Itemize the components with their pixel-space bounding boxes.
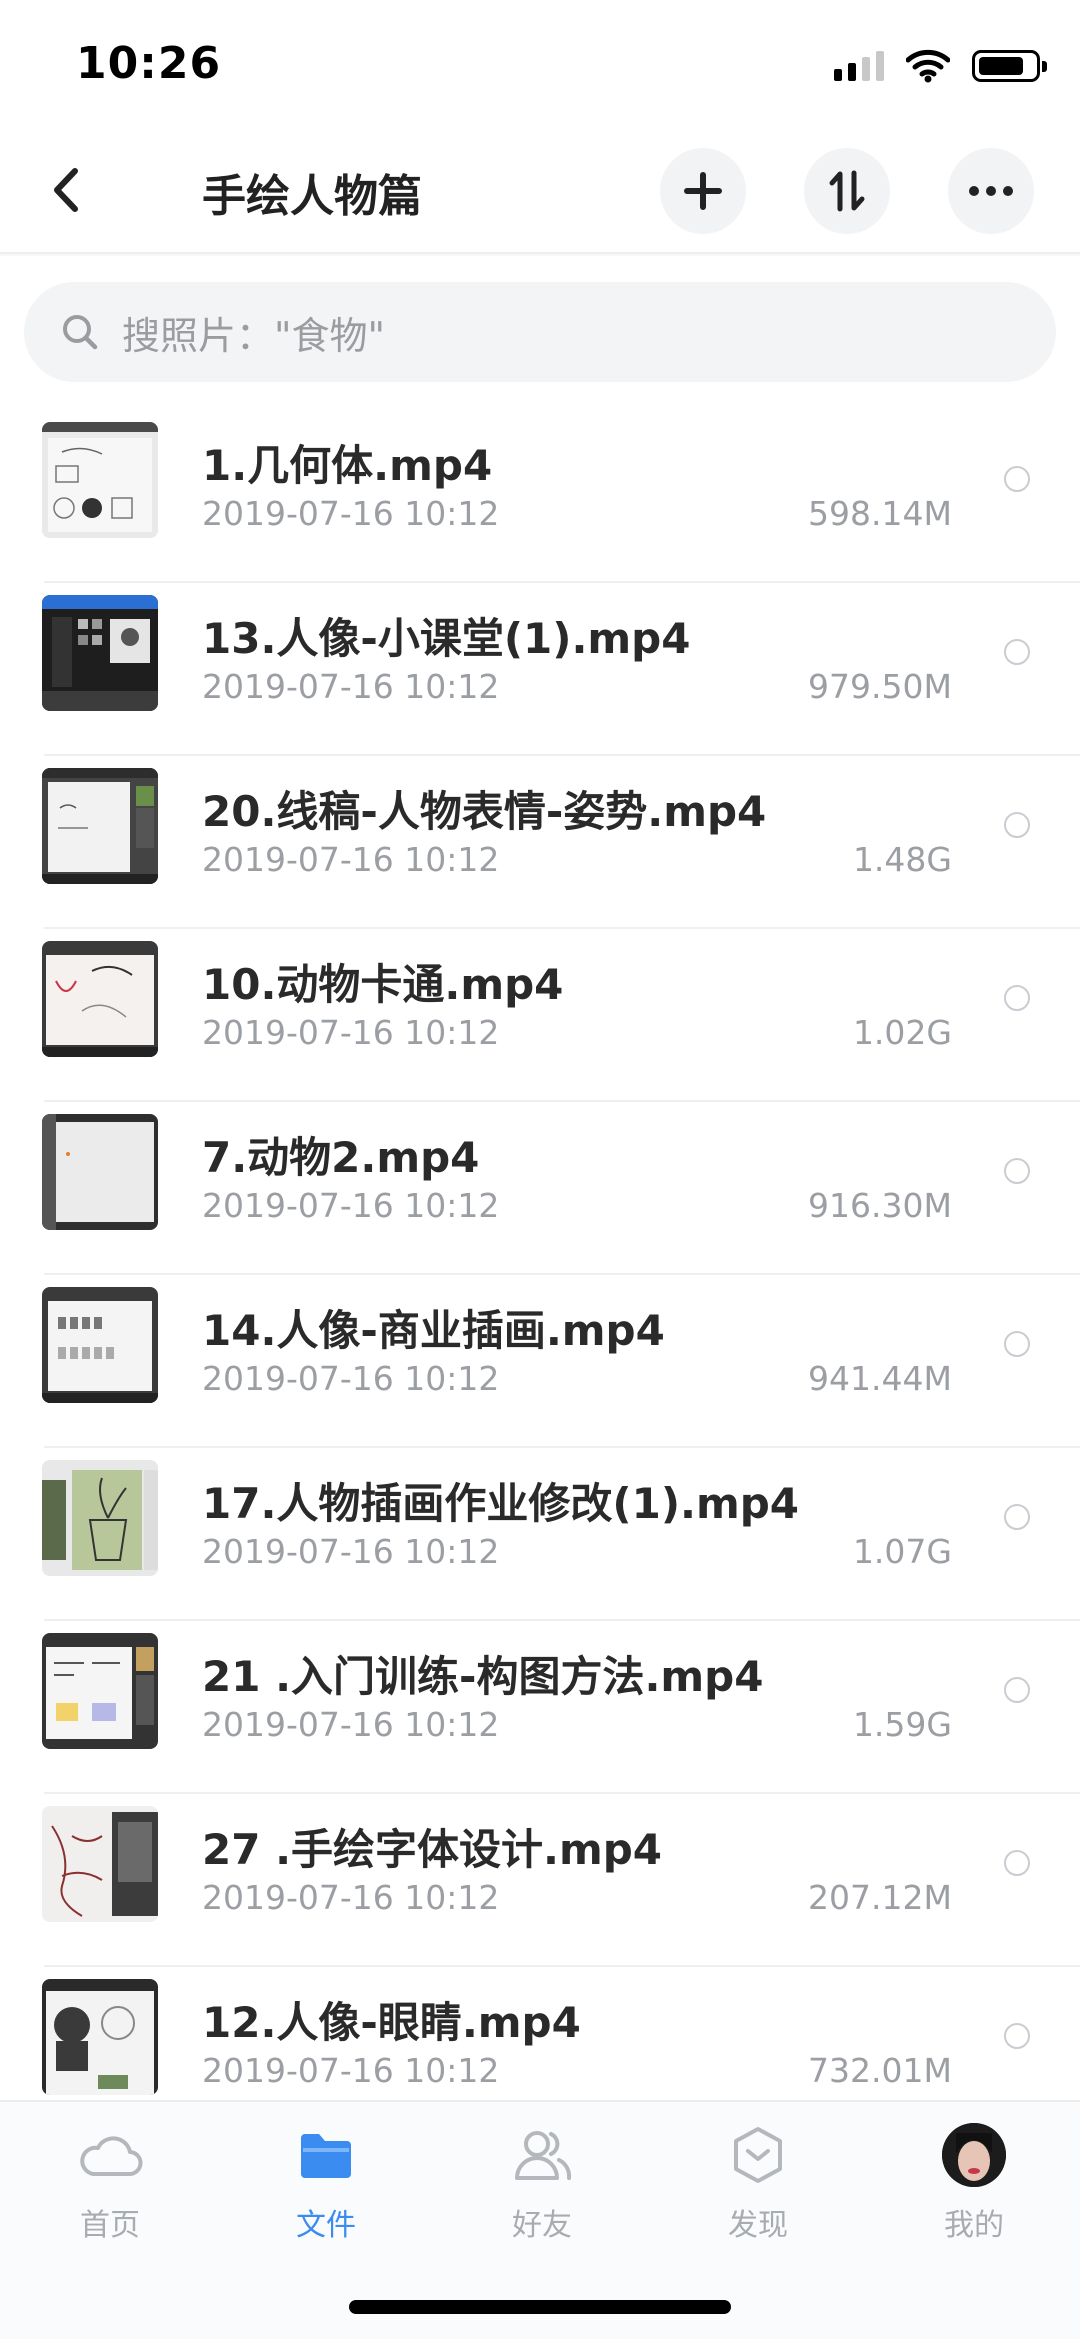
file-date: 2019-07-16 10:12 <box>202 1878 500 1917</box>
plus-icon <box>684 172 722 210</box>
tab-files[interactable]: 文件 <box>256 2120 396 2250</box>
list-item[interactable]: 21 .入门训练-构图方法.mp4 2019-07-16 10:12 1.59G <box>0 1621 1080 1794</box>
app-screen: 10:26 手绘人物篇 搜照片："食物" 1.几何体.mp4 2019-07-1… <box>0 0 1080 2339</box>
select-checkbox[interactable] <box>1004 1331 1030 1357</box>
tab-label: 好友 <box>512 2208 572 2243</box>
list-item[interactable]: 14.人像-商业插画.mp4 2019-07-16 10:12 941.44M <box>0 1275 1080 1448</box>
video-thumbnail <box>42 1460 158 1576</box>
battery-icon <box>972 50 1047 82</box>
file-name: 7.动物2.mp4 <box>202 1133 480 1182</box>
discover-icon <box>734 2127 782 2183</box>
tab-profile[interactable]: 我的 <box>904 2120 1044 2250</box>
file-date: 2019-07-16 10:12 <box>202 840 500 879</box>
file-name: 12.人像-眼睛.mp4 <box>202 1998 581 2047</box>
list-item[interactable]: 1.几何体.mp4 2019-07-16 10:12 598.14M <box>0 410 1080 583</box>
search-placeholder: 搜照片："食物" <box>122 313 385 358</box>
file-name: 1.几何体.mp4 <box>202 441 493 490</box>
file-size: 979.50M <box>808 667 952 706</box>
video-thumbnail <box>42 1287 158 1403</box>
tab-label: 首页 <box>80 2208 140 2243</box>
file-date: 2019-07-16 10:12 <box>202 1532 500 1571</box>
add-button[interactable] <box>660 148 746 234</box>
file-name: 14.人像-商业插画.mp4 <box>202 1306 665 1355</box>
friends-icon <box>515 2131 572 2180</box>
tab-discover[interactable]: 发现 <box>688 2120 828 2250</box>
video-thumbnail <box>42 1114 158 1230</box>
file-date: 2019-07-16 10:12 <box>202 2051 500 2090</box>
sort-icon <box>829 170 865 212</box>
wifi-icon <box>906 49 950 83</box>
list-item[interactable]: 20.线稿-人物表情-姿势.mp4 2019-07-16 10:12 1.48G <box>0 756 1080 929</box>
file-date: 2019-07-16 10:12 <box>202 494 500 533</box>
home-indicator[interactable] <box>349 2300 731 2314</box>
file-size: 941.44M <box>808 1359 952 1398</box>
cloud-icon <box>80 2136 143 2176</box>
file-date: 2019-07-16 10:12 <box>202 1705 500 1744</box>
tab-friends[interactable]: 好友 <box>472 2120 612 2250</box>
select-checkbox[interactable] <box>1004 812 1030 838</box>
file-list: 1.几何体.mp4 2019-07-16 10:12 598.14M 13.人像… <box>0 410 1080 2140</box>
select-checkbox[interactable] <box>1004 1504 1030 1530</box>
file-size: 598.14M <box>808 494 952 533</box>
select-checkbox[interactable] <box>1004 466 1030 492</box>
file-name: 21 .入门训练-构图方法.mp4 <box>202 1652 764 1701</box>
select-checkbox[interactable] <box>1004 2023 1030 2049</box>
video-thumbnail <box>42 941 158 1057</box>
page-title: 手绘人物篇 <box>202 171 422 222</box>
select-checkbox[interactable] <box>1004 985 1030 1011</box>
file-name: 17.人物插画作业修改(1).mp4 <box>202 1479 800 1528</box>
file-size: 1.07G <box>852 1532 952 1571</box>
file-date: 2019-07-16 10:12 <box>202 1359 500 1398</box>
list-item[interactable]: 10.动物卡通.mp4 2019-07-16 10:12 1.02G <box>0 929 1080 1102</box>
file-name: 27 .手绘字体设计.mp4 <box>202 1825 663 1874</box>
file-size: 207.12M <box>808 1878 952 1917</box>
file-name: 10.动物卡通.mp4 <box>202 960 564 1009</box>
file-size: 1.02G <box>852 1013 952 1052</box>
cellular-signal-icon <box>834 51 884 81</box>
file-date: 2019-07-16 10:12 <box>202 667 500 706</box>
more-icon <box>969 186 1013 196</box>
divider <box>0 252 1080 256</box>
back-button[interactable] <box>34 158 98 222</box>
list-item[interactable]: 7.动物2.mp4 2019-07-16 10:12 916.30M <box>0 1102 1080 1275</box>
list-item[interactable]: 13.人像-小课堂(1).mp4 2019-07-16 10:12 979.50… <box>0 583 1080 756</box>
file-size: 1.48G <box>852 840 952 879</box>
tab-label: 文件 <box>296 2208 356 2243</box>
avatar <box>942 2123 1006 2187</box>
video-thumbnail <box>42 1806 158 1922</box>
file-date: 2019-07-16 10:12 <box>202 1186 500 1225</box>
file-name: 13.人像-小课堂(1).mp4 <box>202 614 691 663</box>
tab-home[interactable]: 首页 <box>40 2120 180 2250</box>
file-name: 20.线稿-人物表情-姿势.mp4 <box>202 787 767 836</box>
select-checkbox[interactable] <box>1004 1158 1030 1184</box>
nav-bar: 手绘人物篇 <box>0 130 1080 254</box>
folder-icon <box>301 2134 351 2178</box>
file-size: 1.59G <box>852 1705 952 1744</box>
sort-button[interactable] <box>804 148 890 234</box>
file-date: 2019-07-16 10:12 <box>202 1013 500 1052</box>
select-checkbox[interactable] <box>1004 1850 1030 1876</box>
more-button[interactable] <box>948 148 1034 234</box>
search-icon <box>63 315 98 350</box>
chevron-left-icon <box>54 168 78 212</box>
video-thumbnail <box>42 768 158 884</box>
video-thumbnail <box>42 422 158 538</box>
list-item[interactable]: 27 .手绘字体设计.mp4 2019-07-16 10:12 207.12M <box>0 1794 1080 1967</box>
file-size: 732.01M <box>808 2051 952 2090</box>
list-item[interactable]: 17.人物插画作业修改(1).mp4 2019-07-16 10:12 1.07… <box>0 1448 1080 1621</box>
file-size: 916.30M <box>808 1186 952 1225</box>
status-bar: 10:26 <box>0 0 1080 130</box>
select-checkbox[interactable] <box>1004 639 1030 665</box>
tab-label: 我的 <box>944 2208 1004 2243</box>
tab-label: 发现 <box>728 2208 788 2243</box>
status-icons <box>834 46 1047 86</box>
status-time: 10:26 <box>76 38 222 89</box>
video-thumbnail <box>42 1979 158 2095</box>
select-checkbox[interactable] <box>1004 1677 1030 1703</box>
video-thumbnail <box>42 1633 158 1749</box>
video-thumbnail <box>42 595 158 711</box>
search-input[interactable]: 搜照片："食物" <box>24 282 1056 382</box>
